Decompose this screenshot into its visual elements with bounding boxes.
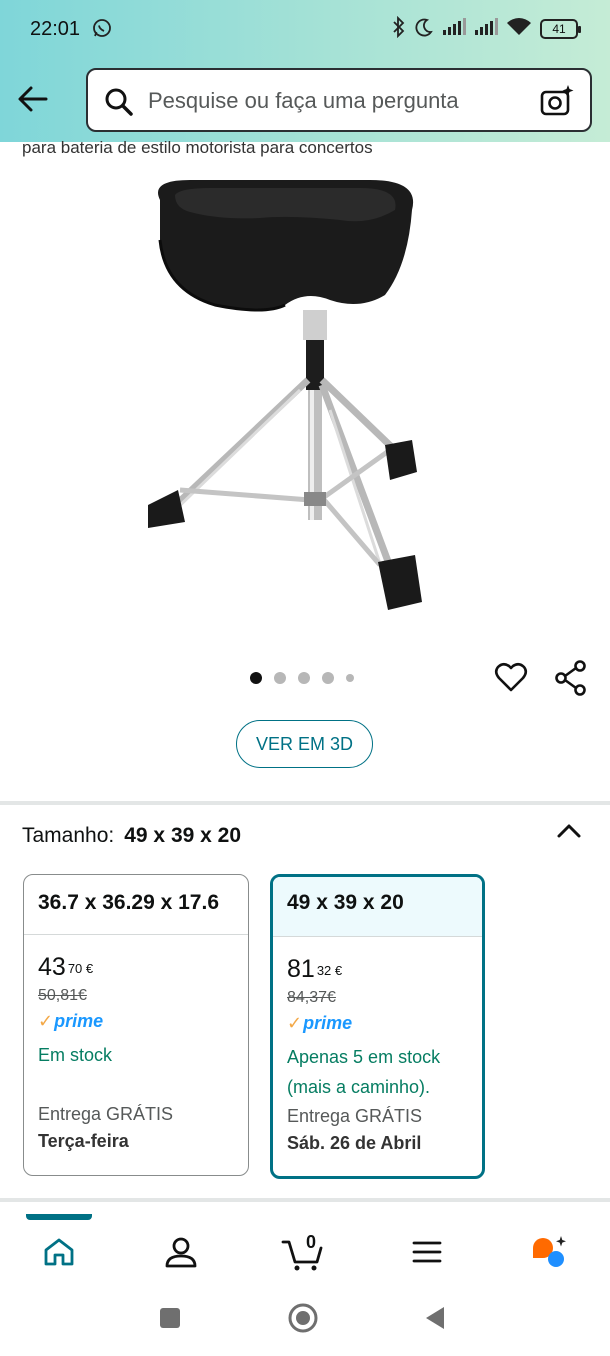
recents-icon[interactable]: [159, 1307, 181, 1334]
size-option-title: 49 x 39 x 20: [273, 877, 482, 937]
product-page: 22:01 41 Pesquise ou faça uma pergunta p…: [0, 0, 610, 1356]
price-fraction: 70: [67, 961, 83, 976]
size-option-card-selected[interactable]: 49 x 39 x 20 81 32 € 84,37€ ✓ prime Apenas…: [270, 874, 485, 1179]
size-selector-header[interactable]: Tamanho: 49 x 39 x 20: [22, 824, 241, 848]
home-circle-icon[interactable]: [288, 1303, 318, 1338]
bottom-nav: 0: [0, 1214, 610, 1288]
selected-size: 49 x 39 x 20: [124, 824, 242, 847]
menu-icon: [412, 1240, 442, 1269]
signal-icon-2: [474, 17, 498, 41]
carousel-dot[interactable]: [250, 672, 262, 684]
price: 81 32 €: [287, 955, 468, 983]
prime-check-icon: ✓: [287, 1013, 303, 1033]
delivery-label: Entrega GRÁTIS: [38, 1104, 174, 1124]
price-currency: €: [334, 963, 343, 978]
search-row: Pesquise ou faça uma pergunta: [0, 68, 610, 134]
price-whole: 81: [287, 955, 315, 983]
status-bar: 22:01 41: [0, 0, 610, 58]
old-price: 50,81€: [38, 987, 87, 1004]
account-icon: [164, 1235, 198, 1274]
rufus-ai-icon: [529, 1234, 569, 1275]
delivery-day: Sáb. 26 de Abril: [287, 1133, 422, 1153]
nav-active-indicator: [26, 1214, 92, 1220]
section-divider: [0, 1198, 610, 1202]
battery-icon: 41: [540, 19, 581, 39]
search-icon: [104, 87, 134, 122]
stock-status: Apenas 5 em stock (mais a caminho).: [287, 1042, 468, 1102]
section-divider: [0, 801, 610, 805]
prime-label: prime: [303, 1013, 353, 1033]
size-label: Tamanho:: [22, 824, 115, 847]
price: 43 70 €: [38, 953, 234, 981]
moon-icon: [414, 17, 434, 42]
product-image[interactable]: [120, 170, 450, 620]
back-triangle-icon[interactable]: [424, 1306, 446, 1335]
price-currency: €: [85, 961, 94, 976]
prime-label: prime: [54, 1011, 104, 1031]
prime-badge: ✓ prime: [38, 1011, 234, 1032]
product-subtitle: para bateria de estilo motorista para co…: [22, 138, 373, 157]
nav-account[interactable]: [151, 1232, 211, 1276]
carousel-dot[interactable]: [322, 672, 334, 684]
share-icon[interactable]: [554, 660, 588, 701]
carousel-dot[interactable]: [274, 672, 286, 684]
prime-check-icon: ✓: [38, 1011, 54, 1031]
nav-home[interactable]: [29, 1232, 89, 1276]
battery-level: 41: [552, 22, 566, 36]
cart-icon: 0: [281, 1232, 325, 1272]
heart-icon[interactable]: [494, 660, 528, 699]
carousel-dot[interactable]: [298, 672, 310, 684]
whatsapp-icon: [92, 18, 112, 43]
view-in-3d-button[interactable]: VER EM 3D: [236, 720, 373, 768]
stock-line-2: (mais a caminho).: [287, 1077, 431, 1097]
chevron-up-icon[interactable]: [556, 820, 582, 847]
nav-cart[interactable]: 0: [273, 1232, 333, 1276]
prime-badge: ✓ prime: [287, 1013, 468, 1034]
status-time: 22:01: [30, 18, 81, 40]
cart-count: 0: [305, 1232, 316, 1252]
size-option-title: 36.7 x 36.29 x 17.6: [24, 875, 248, 935]
price-fraction: 32: [316, 963, 332, 978]
nav-menu[interactable]: [397, 1232, 457, 1276]
top-header: 22:01 41 Pesquise ou faça uma pergunta: [0, 0, 610, 142]
size-option-card[interactable]: 36.7 x 36.29 x 17.6 43 70 € 50,81€ ✓ prime…: [23, 874, 249, 1176]
price-whole: 43: [38, 953, 66, 981]
status-icons: 41: [392, 15, 581, 43]
stock-status: Em stock: [38, 1045, 113, 1065]
nav-rufus[interactable]: [519, 1232, 579, 1276]
camera-lens-icon[interactable]: [540, 84, 574, 123]
wifi-icon: [506, 17, 532, 42]
stock-line: Apenas 5 em stock: [287, 1047, 441, 1067]
back-arrow-icon[interactable]: [16, 82, 50, 116]
carousel-dot[interactable]: [346, 674, 354, 682]
system-navigation-bar: [0, 1290, 610, 1356]
delivery-label: Entrega GRÁTIS: [287, 1106, 423, 1126]
home-icon: [43, 1237, 75, 1272]
search-input[interactable]: Pesquise ou faça uma pergunta: [86, 68, 592, 132]
signal-icon-1: [442, 17, 466, 41]
delivery-day: Terça-feira: [38, 1131, 129, 1151]
search-placeholder: Pesquise ou faça uma pergunta: [148, 88, 459, 113]
old-price: 84,37€: [287, 989, 336, 1006]
bluetooth-icon: [392, 15, 406, 43]
image-carousel-dots[interactable]: [250, 672, 354, 684]
